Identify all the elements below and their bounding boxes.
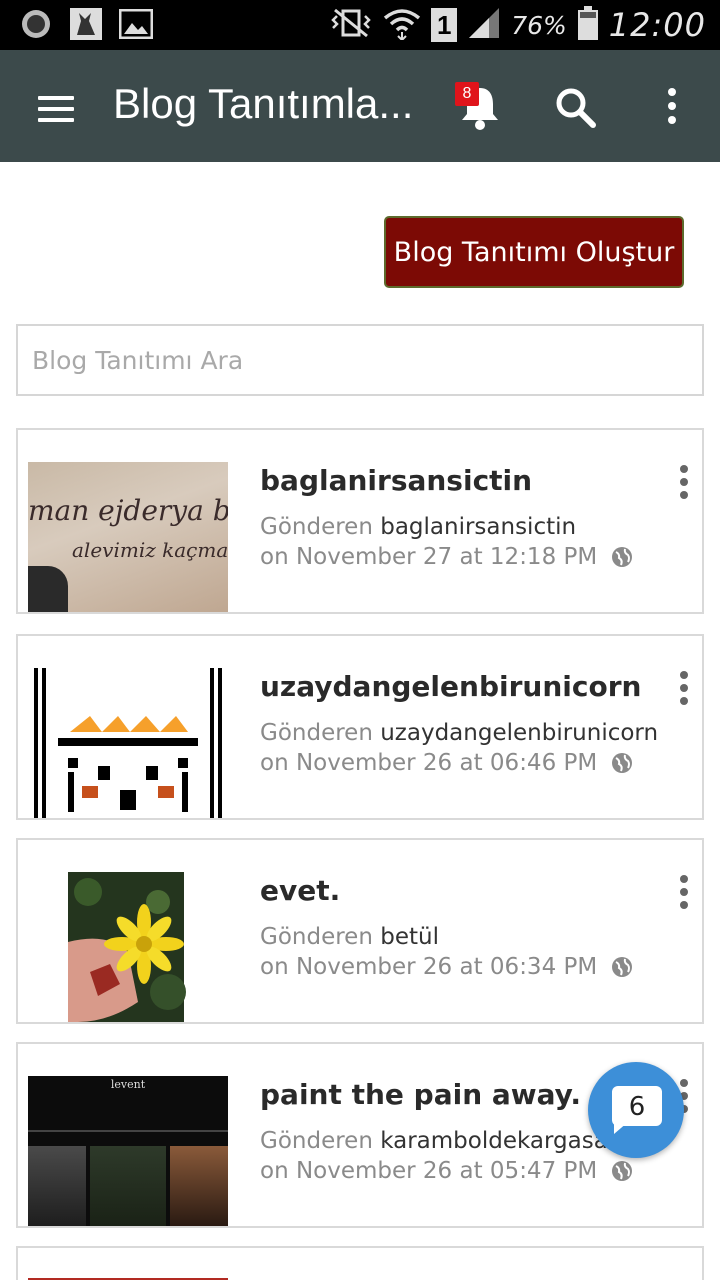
post-thumbnail[interactable] (28, 872, 228, 1022)
sim-icon: 1 (431, 8, 458, 42)
post-thumbnail[interactable]: levent (28, 1076, 228, 1226)
post-author[interactable]: betül (380, 924, 439, 950)
post-title[interactable]: evet. (260, 874, 340, 907)
clock: 12:00 (608, 6, 706, 44)
thumbnail-handwriting: alevimiz kaçması (72, 538, 228, 562)
post-options-icon[interactable] (676, 464, 692, 500)
post-author-line: Gönderen betül (260, 924, 439, 950)
post-author[interactable]: uzaydangelenbirunicorn (380, 720, 658, 746)
post-card[interactable]: evet. Gönderen betül on November 26 at 0… (16, 838, 704, 1024)
page-title: Blog Tanıtımla... (113, 80, 414, 127)
signal-icon (467, 7, 501, 44)
create-blog-intro-button[interactable]: Blog Tanıtımı Oluştur (384, 216, 684, 288)
thumbnail-photo (170, 1146, 228, 1226)
post-date: on November 26 at 05:47 PM (260, 1158, 598, 1184)
hamburger-menu-icon[interactable] (38, 96, 74, 122)
post-thumbnail[interactable] (28, 668, 228, 818)
thumbnail-site-title: levent (110, 1078, 146, 1091)
battery-percent: 76% (511, 10, 567, 40)
thumbnail-photo (90, 1146, 166, 1226)
wifi-icon (383, 6, 421, 45)
post-date-line: on November 27 at 12:18 PM (260, 544, 633, 570)
post-card[interactable] (16, 1246, 704, 1280)
search-field[interactable] (16, 324, 704, 396)
post-title[interactable]: paint the pain away. (260, 1078, 581, 1111)
gallery-icon (118, 6, 154, 42)
post-author-line: Gönderen uzaydangelenbirunicorn (260, 720, 659, 746)
post-card[interactable]: uzaydangelenbirunicorn Gönderen uzaydang… (16, 634, 704, 820)
post-date-line: on November 26 at 06:34 PM (260, 954, 633, 980)
post-title[interactable]: uzaydangelenbirunicorn (260, 670, 641, 703)
globe-icon (612, 753, 633, 773)
pixel-art-image (34, 668, 222, 818)
search-icon[interactable] (552, 84, 600, 132)
notification-count-badge: 8 (455, 82, 479, 106)
post-date: on November 27 at 12:18 PM (260, 544, 598, 570)
status-bar: 1 76% 12:00 (0, 0, 720, 50)
post-options-icon[interactable] (676, 670, 692, 706)
search-input[interactable] (18, 326, 702, 394)
post-date: on November 26 at 06:46 PM (260, 750, 598, 776)
thumbnail-handwriting: man ejderya be (28, 494, 228, 527)
post-author[interactable]: karamboldekargasa (380, 1128, 608, 1154)
post-options-icon[interactable] (676, 874, 692, 910)
vibrate-icon (329, 8, 373, 43)
chat-bubble-tail (614, 1122, 628, 1134)
chat-button[interactable]: 6 (588, 1062, 684, 1158)
globe-icon (612, 547, 633, 567)
flower-photo (68, 872, 186, 1022)
goat-app-icon (68, 6, 104, 42)
post-title[interactable]: baglanirsansictin (260, 464, 532, 497)
thumbnail-photo (28, 1146, 86, 1226)
overflow-menu-icon[interactable] (660, 84, 684, 132)
globe-icon (612, 1161, 633, 1181)
post-date-line: on November 26 at 05:47 PM (260, 1158, 633, 1184)
battery-icon (577, 5, 599, 46)
globe-icon (612, 957, 633, 977)
app-bar: Blog Tanıtımla... 8 (0, 50, 720, 162)
post-date: on November 26 at 06:34 PM (260, 954, 598, 980)
thumbnail-shadow (28, 566, 68, 612)
chat-unread-count: 6 (628, 1092, 646, 1122)
post-date-line: on November 26 at 06:46 PM (260, 750, 633, 776)
post-author-line: Gönderen baglanirsansictin (260, 514, 577, 540)
thumbnail-divider (28, 1130, 228, 1132)
circle-icon (18, 6, 54, 42)
post-card[interactable]: man ejderya be alevimiz kaçması baglanir… (16, 428, 704, 614)
post-thumbnail[interactable]: man ejderya be alevimiz kaçması (28, 462, 228, 612)
post-author-line: Gönderen karamboldekargasa (260, 1128, 608, 1154)
post-author[interactable]: baglanirsansictin (380, 514, 576, 540)
